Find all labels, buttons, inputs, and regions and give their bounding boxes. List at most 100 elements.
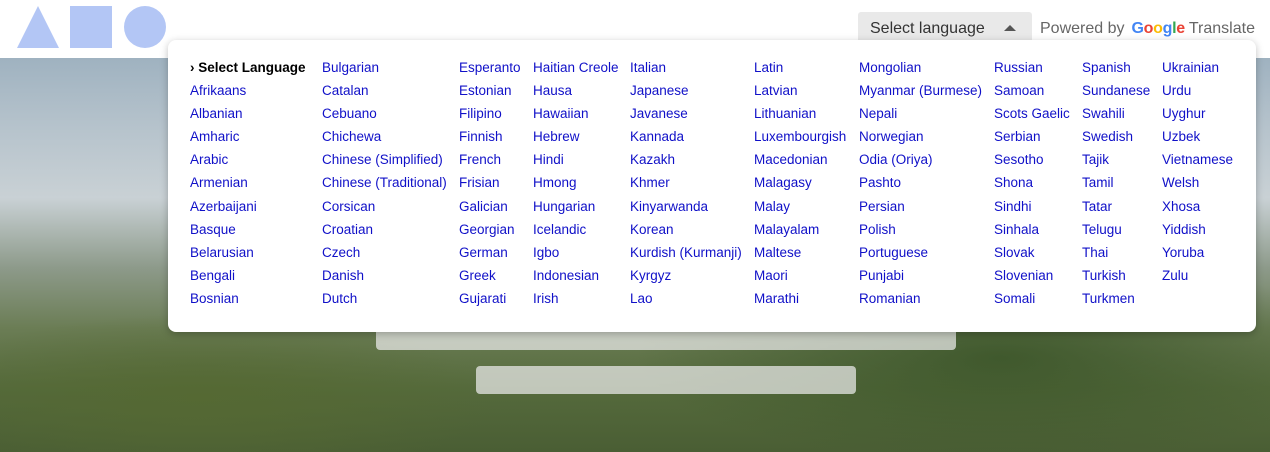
language-option[interactable]: Armenian bbox=[190, 174, 306, 197]
language-option[interactable]: Icelandic bbox=[533, 221, 619, 244]
language-option[interactable]: Filipino bbox=[459, 105, 521, 128]
language-option[interactable]: Amharic bbox=[190, 128, 306, 151]
language-option[interactable]: Georgian bbox=[459, 221, 521, 244]
language-option[interactable]: German bbox=[459, 244, 521, 267]
language-option[interactable]: Portuguese bbox=[859, 244, 982, 267]
language-option[interactable]: Sinhala bbox=[994, 221, 1070, 244]
language-option[interactable]: Galician bbox=[459, 198, 521, 221]
language-option[interactable]: Belarusian bbox=[190, 244, 306, 267]
language-option[interactable]: Greek bbox=[459, 267, 521, 290]
language-option[interactable]: Hmong bbox=[533, 174, 619, 197]
language-option[interactable]: Frisian bbox=[459, 174, 521, 197]
language-option[interactable]: Gujarati bbox=[459, 290, 521, 313]
language-option[interactable]: Spanish bbox=[1082, 59, 1150, 82]
language-option[interactable]: Chichewa bbox=[322, 128, 447, 151]
language-option[interactable]: Sesotho bbox=[994, 151, 1070, 174]
language-option[interactable]: Malagasy bbox=[754, 174, 846, 197]
language-option[interactable]: Bulgarian bbox=[322, 59, 447, 82]
language-option[interactable]: Luxembourgish bbox=[754, 128, 846, 151]
language-option[interactable]: Tatar bbox=[1082, 198, 1150, 221]
language-option[interactable]: Somali bbox=[994, 290, 1070, 313]
language-option[interactable]: Kazakh bbox=[630, 151, 742, 174]
language-option[interactable]: Sundanese bbox=[1082, 82, 1150, 105]
language-option[interactable]: Hebrew bbox=[533, 128, 619, 151]
language-option[interactable]: Finnish bbox=[459, 128, 521, 151]
language-option[interactable]: Igbo bbox=[533, 244, 619, 267]
language-option[interactable]: Macedonian bbox=[754, 151, 846, 174]
language-option[interactable]: Hawaiian bbox=[533, 105, 619, 128]
language-option[interactable]: Albanian bbox=[190, 105, 306, 128]
language-option[interactable]: Danish bbox=[322, 267, 447, 290]
language-option[interactable]: Tamil bbox=[1082, 174, 1150, 197]
language-option[interactable]: Khmer bbox=[630, 174, 742, 197]
language-option[interactable]: Chinese (Traditional) bbox=[322, 174, 447, 197]
language-option[interactable]: Yoruba bbox=[1162, 244, 1233, 267]
language-option[interactable]: Catalan bbox=[322, 82, 447, 105]
language-option[interactable]: Maori bbox=[754, 267, 846, 290]
language-option[interactable]: Arabic bbox=[190, 151, 306, 174]
language-option[interactable]: Uyghur bbox=[1162, 105, 1233, 128]
language-option[interactable]: Kannada bbox=[630, 128, 742, 151]
language-option[interactable]: Sindhi bbox=[994, 198, 1070, 221]
language-option[interactable]: Haitian Creole bbox=[533, 59, 619, 82]
language-option[interactable]: Lithuanian bbox=[754, 105, 846, 128]
language-option[interactable]: Hungarian bbox=[533, 198, 619, 221]
language-option[interactable]: Korean bbox=[630, 221, 742, 244]
language-option[interactable]: Norwegian bbox=[859, 128, 982, 151]
language-option[interactable]: Croatian bbox=[322, 221, 447, 244]
site-logo[interactable] bbox=[16, 6, 168, 48]
language-option[interactable]: Latin bbox=[754, 59, 846, 82]
language-option[interactable]: Polish bbox=[859, 221, 982, 244]
language-option[interactable]: Samoan bbox=[994, 82, 1070, 105]
language-option[interactable]: Latvian bbox=[754, 82, 846, 105]
language-option[interactable]: Welsh bbox=[1162, 174, 1233, 197]
language-option[interactable]: Malayalam bbox=[754, 221, 846, 244]
language-option[interactable]: Esperanto bbox=[459, 59, 521, 82]
language-option[interactable]: Italian bbox=[630, 59, 742, 82]
language-option[interactable]: Scots Gaelic bbox=[994, 105, 1070, 128]
language-option[interactable]: Indonesian bbox=[533, 267, 619, 290]
language-option[interactable]: Myanmar (Burmese) bbox=[859, 82, 982, 105]
language-option[interactable]: Zulu bbox=[1162, 267, 1233, 290]
language-option[interactable]: Slovenian bbox=[994, 267, 1070, 290]
language-option[interactable]: Serbian bbox=[994, 128, 1070, 151]
language-option[interactable]: Telugu bbox=[1082, 221, 1150, 244]
language-option[interactable]: Punjabi bbox=[859, 267, 982, 290]
language-option[interactable]: Kurdish (Kurmanji) bbox=[630, 244, 742, 267]
language-option[interactable]: Vietnamese bbox=[1162, 151, 1233, 174]
language-option[interactable]: Urdu bbox=[1162, 82, 1233, 105]
language-option[interactable]: Malay bbox=[754, 198, 846, 221]
language-option[interactable]: Russian bbox=[994, 59, 1070, 82]
language-option[interactable]: Turkish bbox=[1082, 267, 1150, 290]
language-option[interactable]: Pashto bbox=[859, 174, 982, 197]
powered-by-google-translate[interactable]: Powered by Google Translate bbox=[1040, 17, 1255, 41]
language-option[interactable]: Irish bbox=[533, 290, 619, 313]
language-option[interactable]: Swedish bbox=[1082, 128, 1150, 151]
language-option[interactable]: Odia (Oriya) bbox=[859, 151, 982, 174]
language-option[interactable]: Basque bbox=[190, 221, 306, 244]
language-option[interactable]: Uzbek bbox=[1162, 128, 1233, 151]
language-option[interactable]: Swahili bbox=[1082, 105, 1150, 128]
language-option[interactable]: Hindi bbox=[533, 151, 619, 174]
language-option[interactable]: Tajik bbox=[1082, 151, 1150, 174]
language-option[interactable]: Chinese (Simplified) bbox=[322, 151, 447, 174]
language-option[interactable]: Javanese bbox=[630, 105, 742, 128]
language-option[interactable]: Xhosa bbox=[1162, 198, 1233, 221]
language-option[interactable]: Estonian bbox=[459, 82, 521, 105]
language-option[interactable]: Dutch bbox=[322, 290, 447, 313]
language-option[interactable]: Azerbaijani bbox=[190, 198, 306, 221]
language-option[interactable]: Corsican bbox=[322, 198, 447, 221]
language-option[interactable]: Thai bbox=[1082, 244, 1150, 267]
language-option[interactable]: Afrikaans bbox=[190, 82, 306, 105]
language-option[interactable]: French bbox=[459, 151, 521, 174]
language-option[interactable]: Bengali bbox=[190, 267, 306, 290]
language-option[interactable]: Kinyarwanda bbox=[630, 198, 742, 221]
language-option-selected[interactable]: › Select Language bbox=[190, 59, 306, 82]
language-option[interactable]: Turkmen bbox=[1082, 290, 1150, 313]
language-option[interactable]: Slovak bbox=[994, 244, 1070, 267]
language-option[interactable]: Japanese bbox=[630, 82, 742, 105]
language-option[interactable]: Lao bbox=[630, 290, 742, 313]
language-option[interactable]: Mongolian bbox=[859, 59, 982, 82]
language-option[interactable]: Persian bbox=[859, 198, 982, 221]
language-option[interactable]: Bosnian bbox=[190, 290, 306, 313]
